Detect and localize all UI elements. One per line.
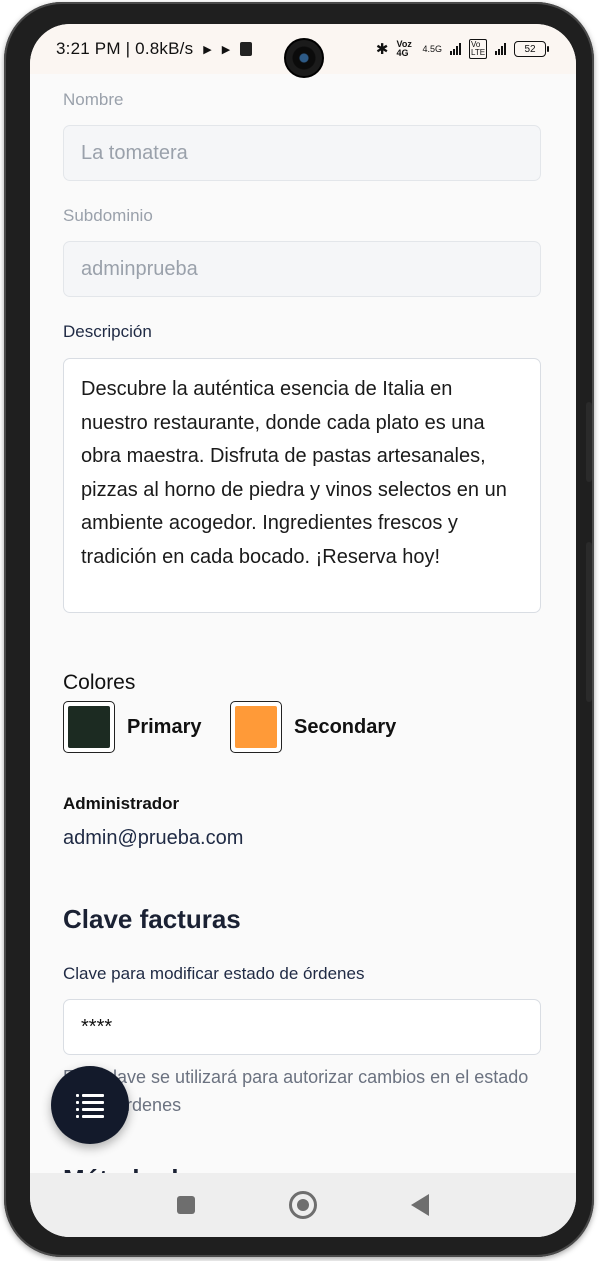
power-button [586,542,592,702]
secondary-color-swatch[interactable] [230,701,282,753]
phone-frame: 3:21 PM | 0.8kB/s ▶ ▶ ✱ Voz 4G 4.5G Vo L… [4,2,594,1257]
primary-color-picker[interactable]: Primary [63,701,202,753]
invoice-key-label: Clave para modificar estado de órdenes [63,964,365,983]
menu-fab-button[interactable] [51,1066,129,1144]
subdomain-field[interactable]: adminprueba [63,241,541,297]
battery-icon: 52 [514,41,549,57]
play-icon: ▶ [203,43,212,56]
description-textarea[interactable]: Descubre la auténtica esencia de Italia … [63,358,541,613]
camera-cutout [284,38,324,78]
invoice-key-help: Esta clave se utilizará para autorizar c… [63,1067,529,1115]
invoice-key-title: Clave facturas [63,904,241,934]
form-content: Nombre La tomatera Subdominio adminprueb… [30,74,576,1194]
volte-label: Vo LTE [469,39,487,59]
status-time: 3:21 PM | 0.8kB/s [56,39,194,58]
secondary-color-picker[interactable]: Secondary [230,701,396,753]
signal-icon [450,43,461,55]
admin-email: admin@prueba.com [63,827,244,849]
name-field[interactable]: La tomatera [63,125,541,181]
list-icon [76,1094,104,1118]
back-triangle-icon[interactable] [411,1194,429,1216]
signal-icon [495,43,506,55]
bluetooth-icon: ✱ [375,41,389,58]
home-circle-icon[interactable] [289,1191,317,1219]
volume-button [586,402,592,482]
play-icon: ▶ [221,43,231,56]
description-label: Descripción [63,322,152,341]
colors-title: Colores [63,671,136,694]
invoice-key-input[interactable]: **** [63,999,541,1055]
app-notification-icon [240,42,253,56]
recents-square-icon[interactable] [177,1196,195,1214]
admin-label: Administrador [63,794,180,813]
screen: 3:21 PM | 0.8kB/s ▶ ▶ ✱ Voz 4G 4.5G Vo L… [30,24,576,1237]
name-label: Nombre [63,90,124,109]
subdomain-label: Subdominio [63,206,153,225]
secondary-color-label: Secondary [294,715,397,738]
primary-color-swatch[interactable] [63,701,115,753]
network-label: Voz 4G [396,39,412,58]
status-bar: 3:21 PM | 0.8kB/s ▶ ▶ ✱ Voz 4G 4.5G Vo L… [30,24,576,78]
android-nav-bar [30,1173,576,1237]
primary-color-label: Primary [127,715,202,738]
network-type: 4.5G [422,44,442,54]
